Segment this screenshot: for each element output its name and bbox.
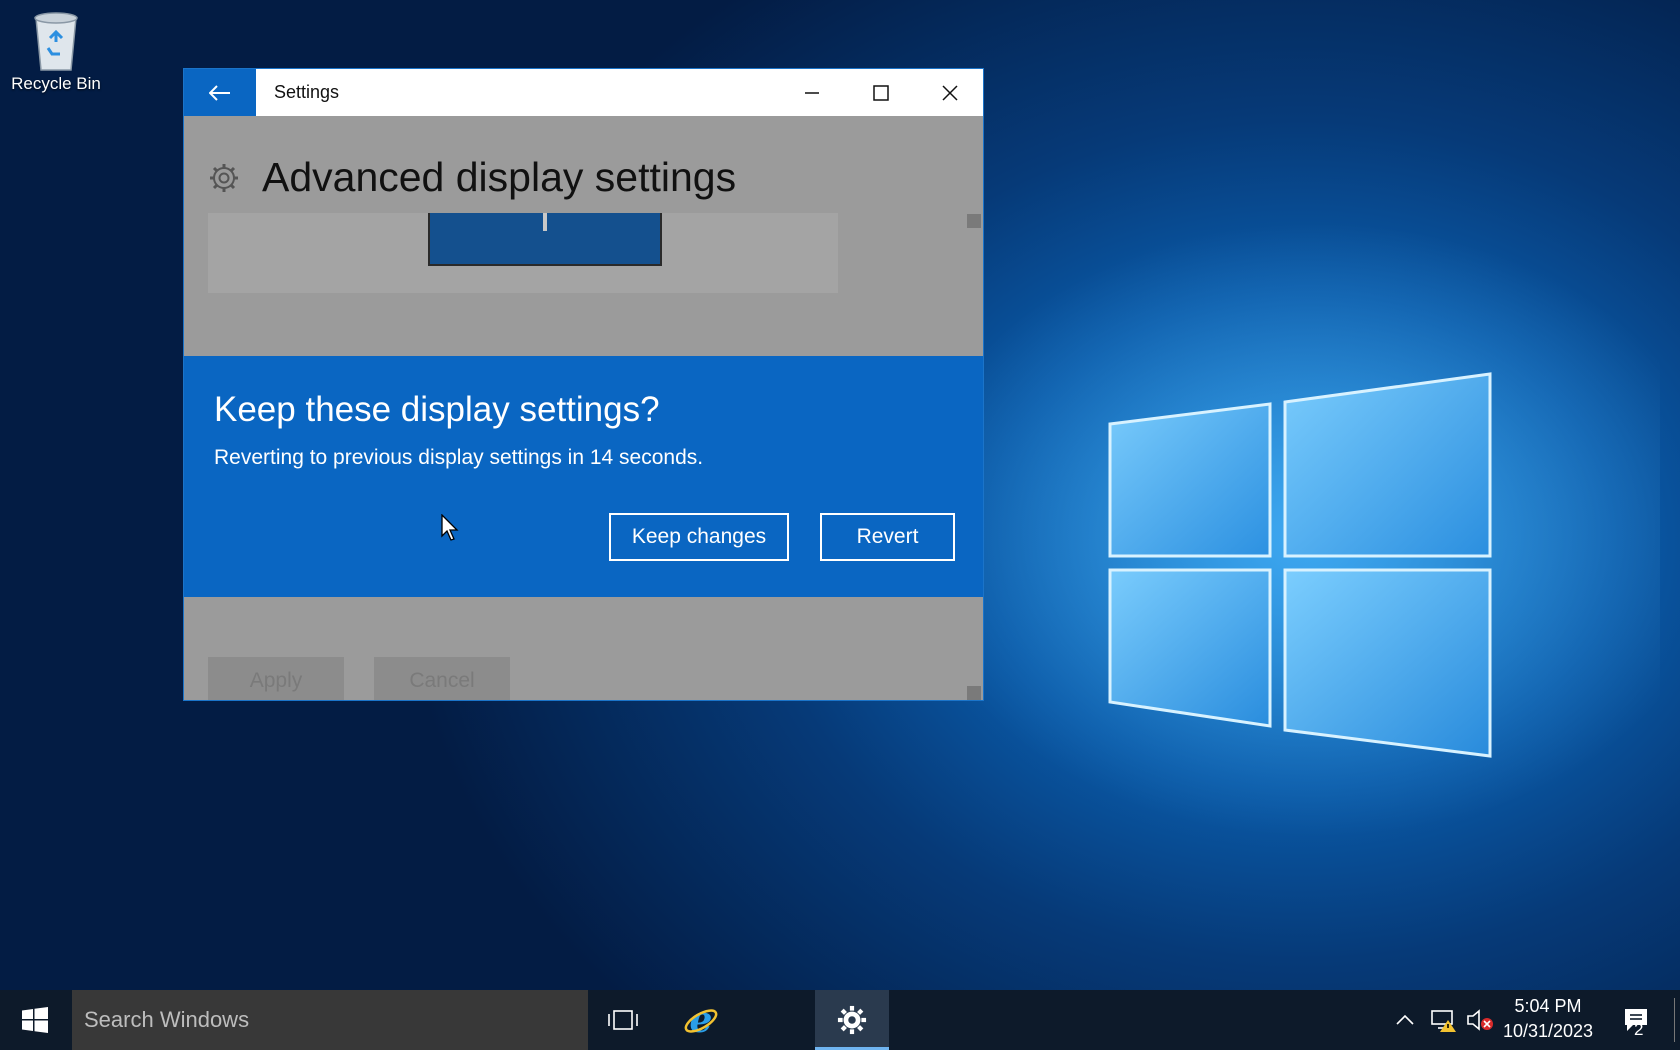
search-box[interactable]: [72, 990, 588, 1050]
chevron-up-icon: [1396, 1014, 1414, 1025]
clock-date: 10/31/2023: [1502, 1021, 1594, 1041]
revert-button[interactable]: Revert: [820, 513, 955, 561]
page-title: Advanced display settings: [262, 154, 737, 200]
clock-time: 5:04 PM: [1514, 996, 1582, 1016]
back-button[interactable]: [184, 69, 256, 116]
settings-taskbar-button[interactable]: [815, 990, 889, 1050]
taskbar: e: [0, 990, 1680, 1050]
title-bar[interactable]: Settings: [184, 69, 983, 116]
display-arrangement: [208, 213, 838, 293]
maximize-button[interactable]: [847, 69, 915, 116]
windows-start-icon: [22, 1007, 48, 1033]
scrollbar-up[interactable]: [967, 214, 981, 228]
show-hidden-icons-button[interactable]: [1392, 990, 1418, 1050]
close-button[interactable]: [916, 69, 983, 116]
settings-window: Settings Advanced display settings Apply…: [183, 68, 984, 701]
network-tray-button[interactable]: [1428, 990, 1458, 1050]
minimize-icon: [805, 91, 819, 94]
action-center-button[interactable]: 2: [1612, 990, 1662, 1050]
maximize-icon: [873, 84, 889, 101]
recycle-bin-label: Recycle Bin: [11, 74, 101, 93]
close-icon: [942, 84, 958, 101]
show-desktop-button[interactable]: [1674, 998, 1675, 1042]
volume-tray-button[interactable]: [1464, 990, 1496, 1050]
system-clock[interactable]: 5:04 PM 10/31/2023: [1500, 994, 1596, 1044]
page-header: Advanced display settings: [208, 154, 736, 201]
window-title: Settings: [274, 82, 340, 102]
keep-settings-dialog: Keep these display settings? Reverting t…: [184, 356, 983, 597]
internet-explorer-icon: e: [684, 1001, 718, 1039]
gear-icon: [210, 163, 238, 192]
volume-muted-icon: [1467, 1009, 1493, 1031]
monitor-tick: [543, 213, 547, 231]
minimize-button[interactable]: [778, 69, 846, 116]
task-view-button[interactable]: [586, 990, 660, 1050]
recycle-bin-icon: [34, 12, 78, 71]
back-arrow-icon: [209, 84, 230, 101]
scrollbar-down[interactable]: [967, 686, 981, 700]
start-button[interactable]: [0, 990, 70, 1050]
internet-explorer-button[interactable]: e: [664, 990, 738, 1050]
recycle-bin-shortcut[interactable]: Recycle Bin: [8, 8, 104, 94]
monitor-tile[interactable]: [428, 213, 662, 266]
mouse-cursor-icon: [441, 514, 459, 541]
search-input[interactable]: [84, 1000, 564, 1040]
gear-icon: [837, 1005, 867, 1035]
apply-button[interactable]: Apply: [208, 657, 344, 700]
cancel-button[interactable]: Cancel: [374, 657, 510, 700]
keep-changes-button[interactable]: Keep changes: [609, 513, 789, 561]
network-warning-icon: [1431, 1010, 1456, 1032]
svg-text:e: e: [690, 1001, 713, 1039]
dialog-title: Keep these display settings?: [214, 390, 660, 429]
dialog-message: Reverting to previous display settings i…: [214, 446, 704, 469]
notification-count: 2: [1634, 1020, 1644, 1039]
task-view-icon: [608, 1010, 638, 1030]
